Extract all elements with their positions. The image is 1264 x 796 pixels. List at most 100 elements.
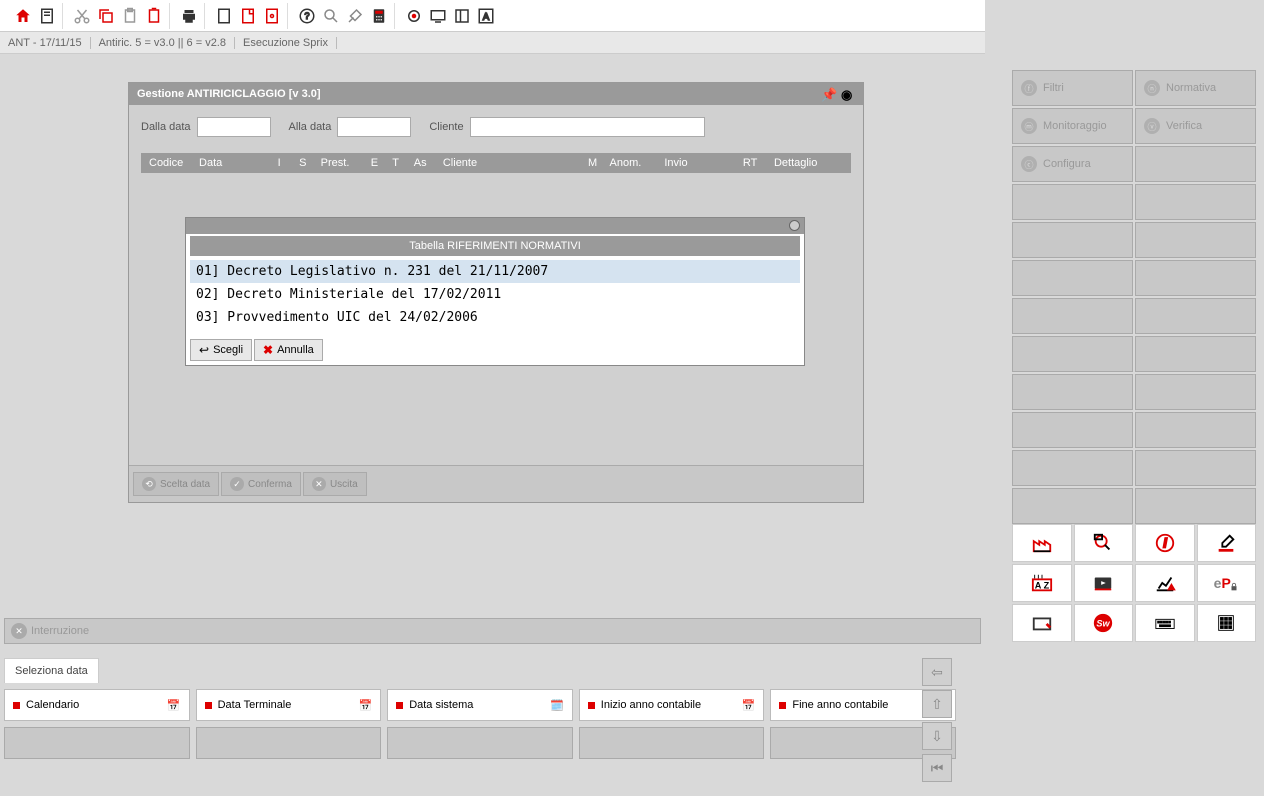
chart-alert-icon[interactable] (1135, 564, 1195, 602)
side-empty (1012, 374, 1133, 410)
side-empty (1012, 412, 1133, 448)
th-anom: Anom. (610, 157, 653, 169)
factory-icon[interactable] (1012, 524, 1072, 562)
uscita-button[interactable]: ✕Uscita (303, 472, 367, 496)
help-icon[interactable]: ? (296, 5, 318, 27)
popup-window: Tabella RIFERIMENTI NORMATIVI 01] Decret… (185, 217, 805, 366)
data-sistema-button[interactable]: Data sistema🗓️ (387, 689, 573, 721)
empty-slot-2 (196, 727, 382, 759)
keyboard-icon[interactable] (1135, 604, 1195, 642)
interrupt-label: Interruzione (31, 625, 89, 637)
info-icon[interactable]: i (1135, 524, 1195, 562)
az-icon[interactable]: A Z (1012, 564, 1072, 602)
side-empty (1135, 184, 1256, 220)
numpad-icon[interactable] (1197, 604, 1257, 642)
calendario-button[interactable]: Calendario📅 (4, 689, 190, 721)
side-empty (1012, 450, 1133, 486)
side-empty (1135, 336, 1256, 372)
search-doc-icon[interactable] (1074, 524, 1134, 562)
font-icon[interactable]: A (475, 5, 497, 27)
nav-back-icon[interactable]: ⇦ (922, 658, 952, 686)
cancel-x-icon: ✖ (263, 343, 273, 357)
alla-data-input[interactable] (337, 117, 411, 137)
video-icon[interactable] (1074, 564, 1134, 602)
table-header: Codice Data I S Prest. E T As Cliente M … (141, 153, 851, 173)
back-arrow-icon: ↩ (199, 343, 209, 357)
calendar-1-icon: 📅 (742, 699, 756, 712)
paste-icon[interactable] (119, 5, 141, 27)
configura-button[interactable]: ⓒConfigura (1012, 146, 1133, 182)
copy-icon[interactable] (95, 5, 117, 27)
seleziona-data-tab: Seleziona data (4, 658, 99, 683)
annulla-button[interactable]: ✖ Annulla (254, 339, 323, 361)
monitoraggio-button[interactable]: ⓜMonitoraggio (1012, 108, 1133, 144)
scegli-label: Scegli (213, 344, 243, 356)
monitor-icon[interactable] (427, 5, 449, 27)
doc1-icon[interactable] (213, 5, 235, 27)
window-title: Gestione ANTIRICICLAGGIO [v 3.0] (137, 88, 321, 100)
interrupt-bar[interactable]: ✕ Interruzione (4, 618, 981, 644)
data-terminale-button[interactable]: Data Terminale📅 (196, 689, 382, 721)
normativa-button[interactable]: ⓝNormativa (1135, 70, 1256, 106)
breadcrumb-item-2: Antiric. 5 = v3.0 || 6 = v2.8 (91, 37, 235, 49)
popup-title: Tabella RIFERIMENTI NORMATIVI (190, 236, 800, 256)
svg-text:A Z: A Z (1035, 581, 1050, 591)
search-icon[interactable] (320, 5, 342, 27)
popup-item-1[interactable]: 01] Decreto Legislativo n. 231 del 21/11… (190, 260, 800, 283)
mail-icon[interactable] (1012, 604, 1072, 642)
cliente-input[interactable] (470, 117, 705, 137)
side-empty (1135, 450, 1256, 486)
panel-icon[interactable] (451, 5, 473, 27)
side-empty (1135, 298, 1256, 334)
pin-icon[interactable]: 📌 (821, 87, 835, 101)
doc2-icon[interactable] (237, 5, 259, 27)
ep-lock-icon[interactable]: eP (1197, 564, 1257, 602)
empty-slot-1 (4, 727, 190, 759)
cut-icon[interactable] (71, 5, 93, 27)
new-doc-icon[interactable] (36, 5, 58, 27)
clock-calendar-icon: 🗓️ (550, 699, 564, 712)
th-data: Data (199, 157, 266, 169)
filtri-button[interactable]: ⓕFiltri (1012, 70, 1133, 106)
side-empty (1012, 298, 1133, 334)
th-rt: RT (743, 157, 762, 169)
side-empty (1135, 260, 1256, 296)
th-invio: Invio (664, 157, 731, 169)
target-icon[interactable]: ◉ (841, 87, 855, 101)
conferma-button[interactable]: ✓Conferma (221, 472, 301, 496)
sw-icon[interactable]: Sw (1074, 604, 1134, 642)
popup-circle-icon[interactable] (789, 220, 800, 231)
main-window: Gestione ANTIRICICLAGGIO [v 3.0] 📌 ◉ Dal… (128, 82, 864, 503)
popup-item-3[interactable]: 03] Provvedimento UIC del 24/02/2006 (190, 306, 800, 329)
alla-data-label: Alla data (289, 121, 332, 133)
svg-text:Sw: Sw (1097, 619, 1111, 629)
th-codice: Codice (149, 157, 187, 169)
home-icon[interactable] (12, 5, 34, 27)
side-empty (1135, 222, 1256, 258)
interrupt-icon: ✕ (11, 623, 27, 639)
side-empty (1012, 488, 1133, 524)
inizio-anno-button[interactable]: Inizio anno contabile📅 (579, 689, 765, 721)
dalla-data-input[interactable] (197, 117, 271, 137)
side-empty (1135, 374, 1256, 410)
nav-up-icon[interactable]: ⇧ (922, 690, 952, 718)
scelta-data-button[interactable]: ⟲Scelta data (133, 472, 219, 496)
scegli-button[interactable]: ↩ Scegli (190, 339, 252, 361)
popup-item-2[interactable]: 02] Decreto Ministeriale del 17/02/2011 (190, 283, 800, 306)
th-i: I (278, 157, 288, 169)
verifica-button[interactable]: ⓥVerifica (1135, 108, 1256, 144)
nav-down-icon[interactable]: ⇩ (922, 722, 952, 750)
print-icon[interactable] (178, 5, 200, 27)
empty-slot-4 (579, 727, 765, 759)
delete-icon[interactable] (143, 5, 165, 27)
calc-icon[interactable] (368, 5, 390, 27)
nav-first-icon[interactable]: ⏮ (922, 754, 952, 782)
cliente-label: Cliente (429, 121, 463, 133)
edit-icon[interactable] (1197, 524, 1257, 562)
record-icon[interactable] (403, 5, 425, 27)
th-e: E (371, 157, 381, 169)
doc3-icon[interactable] (261, 5, 283, 27)
side-empty (1012, 260, 1133, 296)
window-titlebar: Gestione ANTIRICICLAGGIO [v 3.0] 📌 ◉ (129, 83, 863, 105)
brush-icon[interactable] (344, 5, 366, 27)
